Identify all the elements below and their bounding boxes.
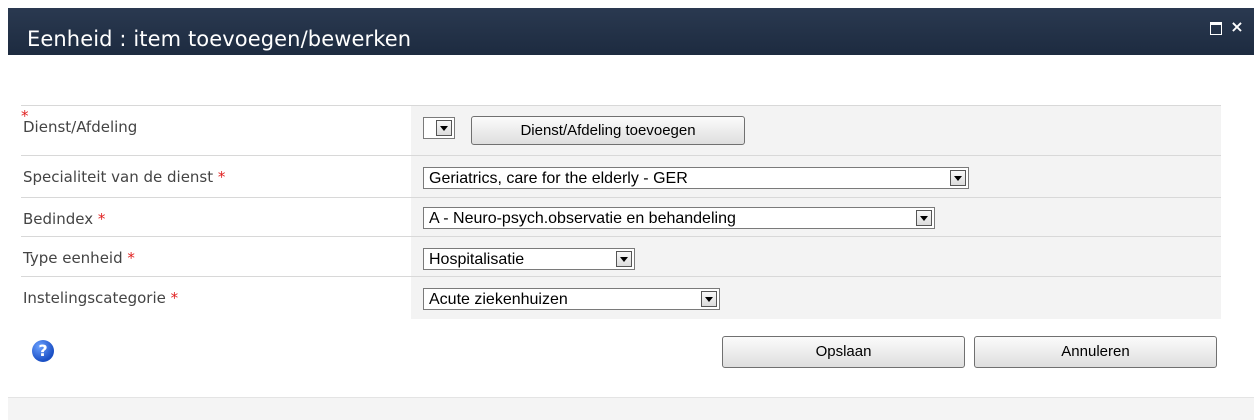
label-bedindex: Bedindex *: [23, 210, 106, 228]
field-label: Type eenheid *: [21, 236, 411, 277]
field-cell: Geriatrics, care for the elderly - GER: [411, 155, 1221, 198]
chevron-down-icon[interactable]: [916, 210, 932, 226]
field-cell: A - Neuro-psych.observatie en behandelin…: [411, 197, 1221, 237]
field-label: Specialiteit van de dienst *: [21, 155, 411, 198]
add-dienst-afdeling-button[interactable]: Dienst/Afdeling toevoegen: [471, 116, 745, 145]
help-icon[interactable]: ?: [32, 340, 54, 362]
label-dienst-afdeling: Dienst/Afdeling: [23, 118, 138, 136]
maximize-icon[interactable]: [1207, 19, 1223, 35]
bedindex-select[interactable]: A - Neuro-psych.observatie en behandelin…: [423, 207, 935, 229]
top-strip: [0, 0, 1254, 8]
chevron-down-icon[interactable]: [436, 120, 452, 136]
type-eenheid-select[interactable]: Hospitalisatie: [423, 248, 635, 270]
specialiteit-select[interactable]: Geriatrics, care for the elderly - GER: [423, 167, 969, 189]
label-type-eenheid: Type eenheid *: [23, 249, 135, 267]
dialog-footer: [8, 397, 1254, 420]
close-icon[interactable]: ×: [1229, 19, 1245, 35]
label-specialiteit: Specialiteit van de dienst *: [23, 168, 226, 186]
selected-value: Acute ziekenhuizen: [429, 291, 568, 308]
chevron-down-icon[interactable]: [950, 170, 966, 186]
selected-value: Geriatrics, care for the elderly - GER: [429, 170, 688, 187]
field-label: Dienst/Afdeling *: [21, 105, 411, 156]
save-button[interactable]: Opslaan: [722, 336, 965, 368]
dialog-title: Eenheid : item toevoegen/bewerken: [27, 27, 412, 51]
form-row-specialiteit: Specialiteit van de dienst * Geriatrics,…: [21, 155, 1221, 198]
instelingscategorie-select[interactable]: Acute ziekenhuizen: [423, 288, 720, 310]
field-cell: Dienst/Afdeling toevoegen: [411, 105, 1221, 156]
field-label: Bedindex *: [21, 197, 411, 237]
form-row-instelingscategorie: Instelingscategorie * Acute ziekenhuizen: [21, 276, 1221, 319]
form-row-type-eenheid: Type eenheid * Hospitalisatie: [21, 236, 1221, 277]
chevron-down-icon[interactable]: [616, 251, 632, 267]
field-cell: Acute ziekenhuizen: [411, 276, 1221, 319]
dienst-afdeling-select[interactable]: [423, 117, 455, 139]
field-cell: Hospitalisatie: [411, 236, 1221, 277]
form-row-bedindex: Bedindex * A - Neuro-psych.observatie en…: [21, 197, 1221, 237]
dialog-titlebar: Eenheid : item toevoegen/bewerken ×: [8, 8, 1254, 55]
label-instelingscategorie: Instelingscategorie *: [23, 289, 179, 307]
form-row-dienst-afdeling: Dienst/Afdeling * Dienst/Afdeling toevoe…: [21, 105, 1221, 156]
selected-value: A - Neuro-psych.observatie en behandelin…: [429, 210, 736, 227]
selected-value: Hospitalisatie: [429, 251, 525, 268]
field-label: Instelingscategorie *: [21, 276, 411, 319]
cancel-button[interactable]: Annuleren: [974, 336, 1217, 368]
chevron-down-icon[interactable]: [701, 291, 717, 307]
